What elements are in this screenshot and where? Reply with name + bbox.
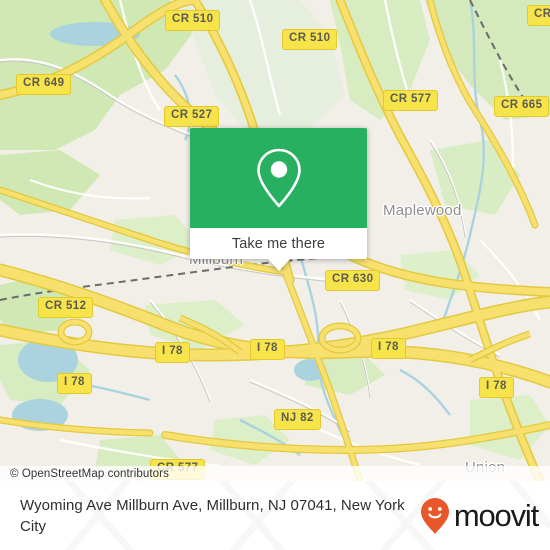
- location-popup-card[interactable]: Take me there: [190, 128, 367, 271]
- footer-bar: Wyoming Ave Millburn Ave, Millburn, NJ 0…: [0, 481, 550, 550]
- road-shield: I 78: [371, 338, 406, 359]
- road-shield: NJ 82: [274, 409, 321, 430]
- take-me-there-label: Take me there: [231, 235, 326, 252]
- moovit-smiley-pin-icon: [420, 497, 449, 534]
- road-shield: I 78: [250, 339, 285, 360]
- moovit-logo[interactable]: moovit: [420, 497, 539, 535]
- road-shield: CR 510: [165, 10, 221, 31]
- map-canvas[interactable]: CR 510 CR 510 CR 649 CR 527 CR 577 CR 66…: [0, 0, 550, 481]
- road-shield: CR 630: [325, 270, 381, 291]
- road-shield: CR 527: [164, 106, 220, 127]
- map-attribution-bar: © OpenStreetMap contributors: [0, 466, 550, 481]
- moovit-map-screenshot: CR 510 CR 510 CR 649 CR 527 CR 577 CR 66…: [0, 0, 550, 550]
- road-shield: CR: [527, 5, 550, 26]
- road-shield: CR 512: [38, 297, 94, 318]
- road-shield: CR 577: [383, 90, 439, 111]
- place-label-maplewood: Maplewood: [383, 202, 462, 219]
- address-text: Wyoming Ave Millburn Ave, Millburn, NJ 0…: [20, 496, 405, 535]
- popup-pointer-tail: [267, 259, 290, 271]
- road-shield: I 78: [479, 377, 514, 398]
- popup-pin-area: [190, 128, 367, 228]
- map-pin-icon: [256, 148, 301, 208]
- osm-attribution-text[interactable]: © OpenStreetMap contributors: [0, 468, 169, 480]
- road-shield: I 78: [155, 342, 190, 363]
- take-me-there-button[interactable]: Take me there: [190, 228, 367, 259]
- road-shield: CR 510: [282, 29, 338, 50]
- road-shield: CR 649: [16, 74, 72, 95]
- moovit-wordmark: moovit: [453, 498, 539, 533]
- road-shield: I 78: [57, 373, 92, 394]
- road-shield: CR 665: [494, 96, 550, 117]
